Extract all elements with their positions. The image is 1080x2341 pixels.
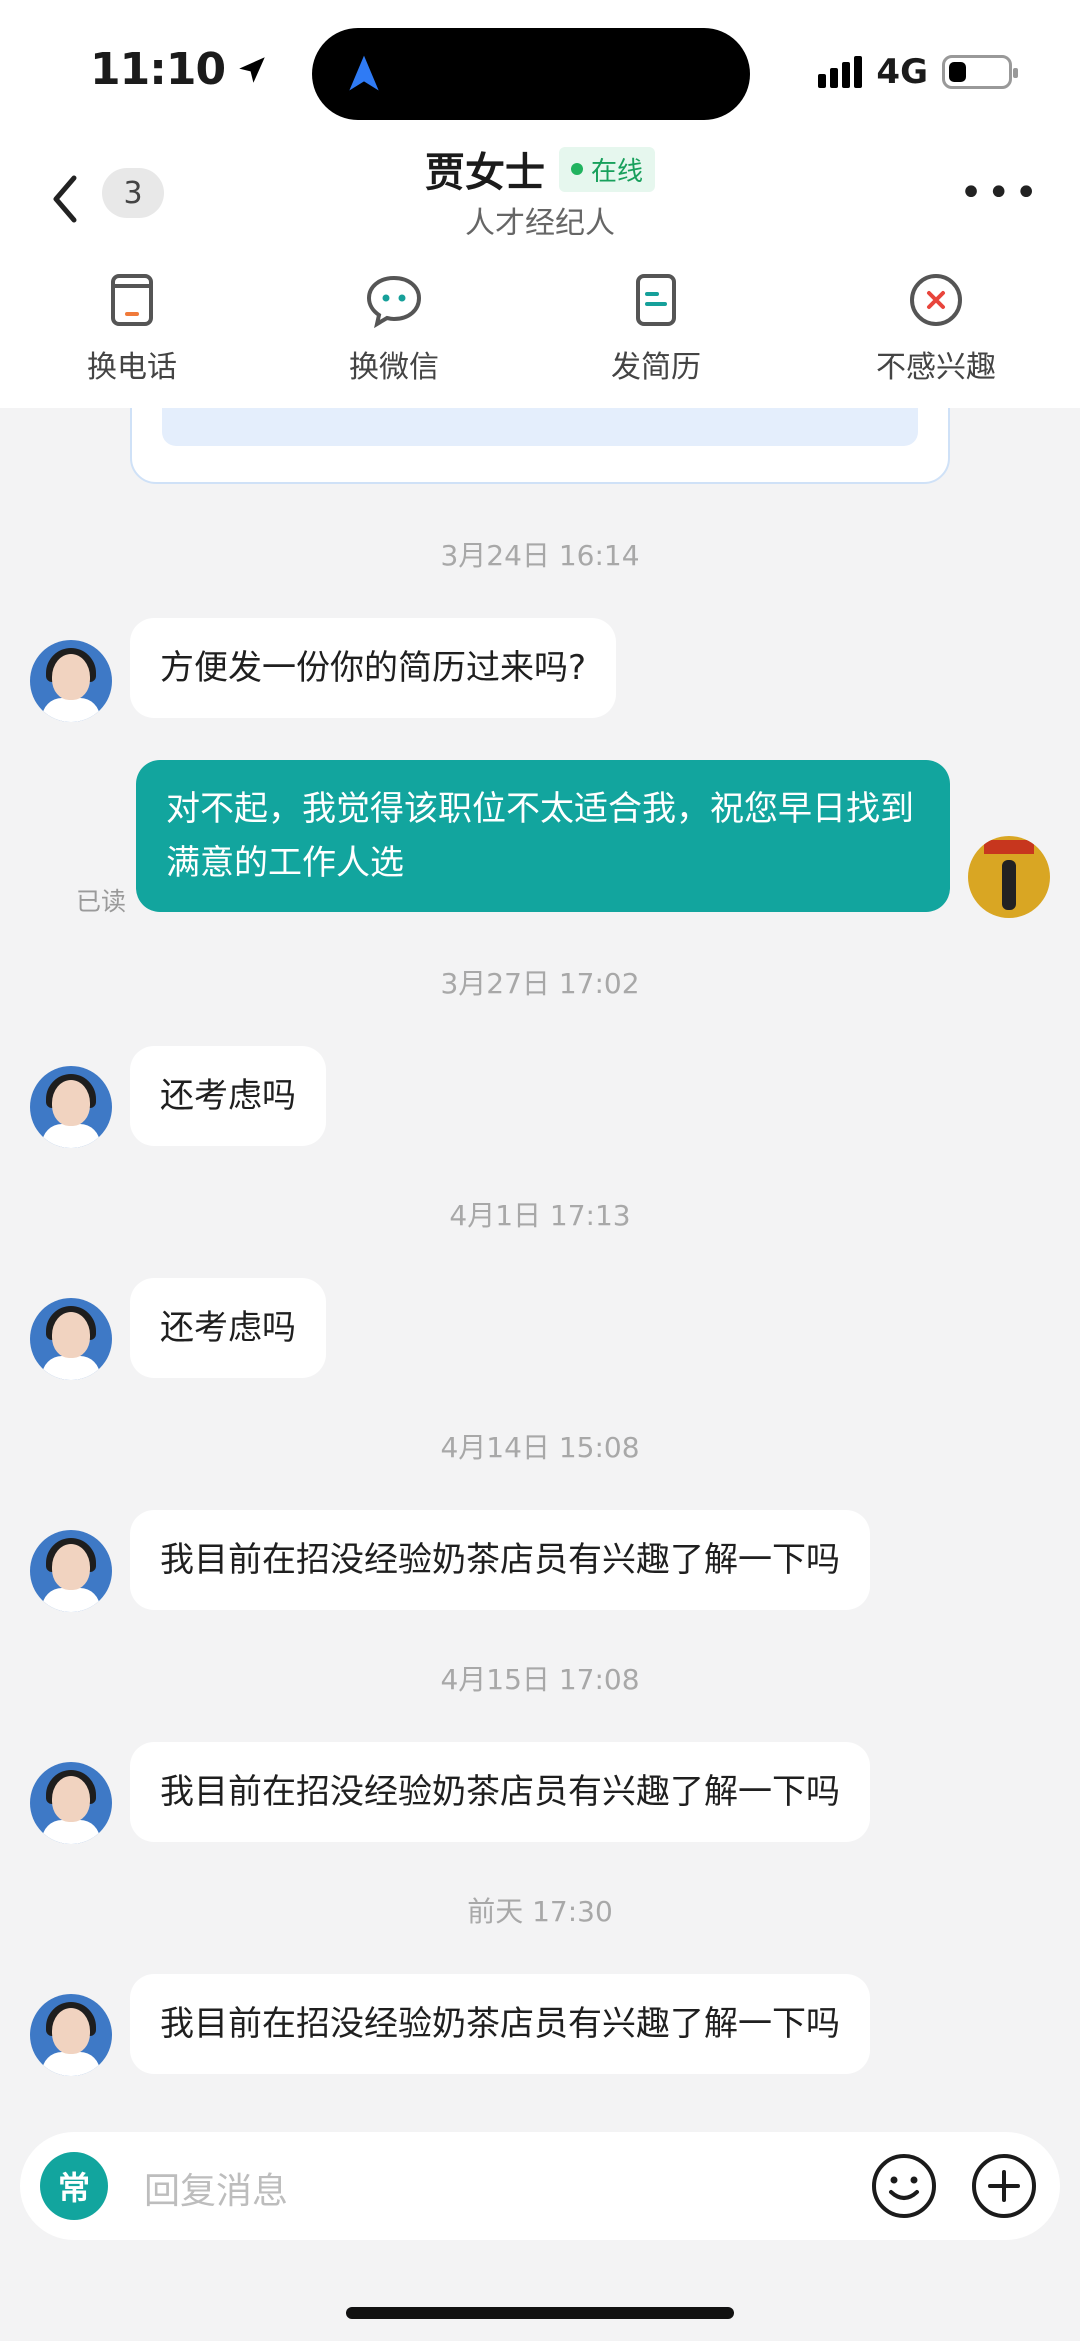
emoji-icon[interactable] [870,2152,938,2220]
message-bubble[interactable]: 还考虑吗 [130,1046,326,1146]
wechat-icon [366,275,422,329]
my-message-bubble[interactable]: 对不起，我觉得该职位不太适合我，祝您早日找到满意的工作人选 [136,760,950,912]
message-timestamp: 4月1日 17:13 [449,1199,631,1232]
network-type: 4G [876,52,928,92]
contact-name: 贾女士 [424,150,545,196]
view-analysis-button[interactable] [162,408,918,446]
quick-phrases-button[interactable]: 常 [40,2152,108,2220]
recruiter-avatar[interactable] [30,1298,112,1380]
reply-input[interactable]: 常 回复消息 [20,2132,1060,2240]
job-analysis-card[interactable] [130,408,950,484]
home-indicator[interactable] [346,2307,734,2319]
signal-icon [818,56,863,88]
send-resume-button[interactable]: 发简历 [556,270,756,386]
navigation-icon [349,55,379,91]
battery-level [949,62,966,82]
clock: 11:10 [90,44,226,95]
message-bubble[interactable]: 我目前在招没经验奶茶店员有兴趣了解一下吗 [130,1510,870,1610]
action-label: 换电话 [87,350,177,385]
message-bubble[interactable]: 还考虑吗 [130,1278,326,1378]
status-indicators: 4G [818,52,1018,92]
not-interested-button[interactable]: 不感兴趣 [836,270,1036,386]
my-avatar[interactable] [968,836,1050,918]
message-timestamp: 前天 17:30 [467,1895,613,1928]
recruiter-avatar[interactable] [30,1762,112,1844]
status-bar: 11:10 4G [0,0,1080,140]
message-timestamp: 4月14日 15:08 [440,1431,640,1464]
message-bubble[interactable]: 我目前在招没经验奶茶店员有兴趣了解一下吗 [130,1742,870,1842]
phone-icon [111,274,153,326]
action-label: 换微信 [349,350,439,385]
message-bubble[interactable]: 我目前在招没经验奶茶店员有兴趣了解一下吗 [130,1974,870,2074]
message-list[interactable]: 3月24日 16:14 方便发一份你的简历过来吗? 对不起，我觉得该职位不太适合… [0,408,1080,2108]
exchange-wechat-button[interactable]: 换微信 [294,270,494,386]
action-bar: 换电话 换微信 发简历 不感兴趣 [0,258,1080,408]
resume-icon [636,274,676,326]
exchange-phone-button[interactable]: 换电话 [32,270,232,386]
battery-icon [942,55,1018,89]
more-options-icon[interactable]: ••• [959,170,1042,216]
chat-header: 3 贾女士 在线 人才经纪人 ••• [0,140,1080,258]
plus-icon[interactable] [970,2152,1038,2220]
message-timestamp: 4月15日 17:08 [440,1663,640,1696]
message-timestamp: 3月24日 16:14 [440,539,640,572]
location-arrow-icon [239,56,265,83]
contact-name-row: 贾女士 在线 [0,140,1080,198]
dynamic-island [312,28,750,120]
recruiter-avatar[interactable] [30,640,112,722]
message-timestamp: 3月27日 17:02 [440,967,640,1000]
status-time: 11:10 [90,44,269,95]
contact-role: 人才经纪人 [465,206,615,241]
online-status-badge: 在线 [558,146,655,192]
action-label: 不感兴趣 [876,350,996,385]
recruiter-avatar[interactable] [30,1066,112,1148]
not-interested-icon [910,274,962,326]
read-receipt: 已读 [76,887,127,916]
recruiter-avatar[interactable] [30,1530,112,1612]
recruiter-avatar[interactable] [30,1994,112,2076]
action-label: 发简历 [611,350,701,385]
message-bubble[interactable]: 方便发一份你的简历过来吗? [130,618,617,718]
reply-placeholder[interactable]: 回复消息 [144,2162,288,2214]
